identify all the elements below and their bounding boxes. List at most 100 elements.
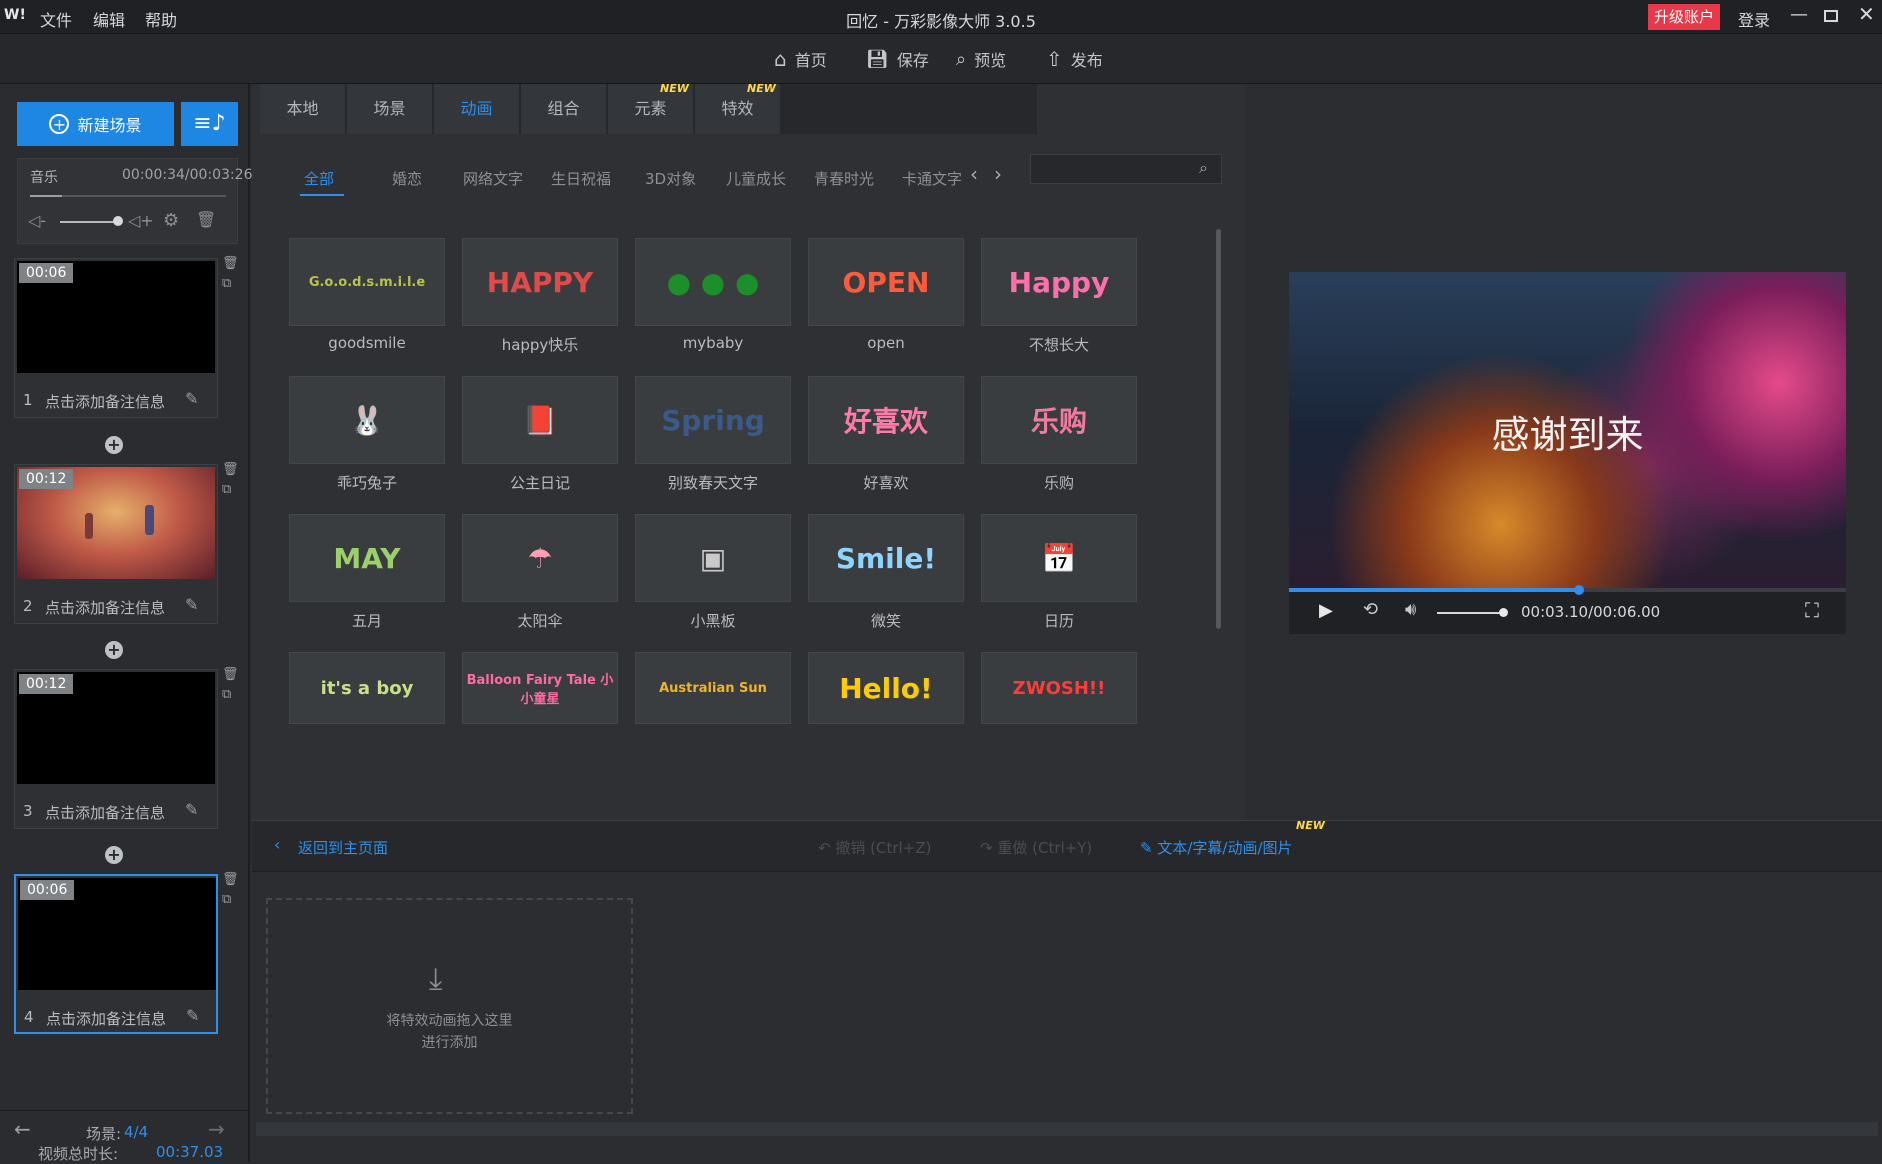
scene-note[interactable]: 点击添加备注信息 [46, 1008, 166, 1029]
delete-scene-icon[interactable]: 🗑︎ [222, 667, 239, 682]
play-icon[interactable]: ▶ [1319, 600, 1333, 621]
preview-canvas[interactable]: 感谢到来 [1289, 272, 1846, 588]
replay-icon[interactable]: ⟲ [1363, 599, 1378, 620]
subtab-youth[interactable]: 青春时光 [814, 168, 874, 189]
subtab-cartoon-text[interactable]: 卡通文字 [902, 168, 962, 189]
add-scene-icon[interactable]: + [105, 436, 123, 454]
subtab-web-text[interactable]: 网络文字 [463, 168, 523, 189]
copy-scene-icon[interactable]: ⧉ [222, 482, 231, 497]
preview-panel: 感谢到来 ▶ ⟲ 🔊︎ 00:03.10/00:06.00 ⛶ [1245, 84, 1882, 820]
animation-thumbnail[interactable]: ● ● ● [635, 238, 791, 326]
animation-thumbnail[interactable]: ☂ [462, 514, 618, 602]
settings-icon[interactable]: ⚙ [163, 210, 179, 231]
edit-note-icon[interactable]: ✎ [185, 389, 198, 408]
next-scene-icon[interactable]: → [208, 1117, 225, 1141]
tab-animation[interactable]: 动画 [434, 84, 520, 134]
scene-card[interactable]: 00:06 1 点击添加备注信息 ✎ [14, 258, 218, 418]
back-to-home-link[interactable]: 返回到主页面 [298, 837, 388, 858]
tab-group[interactable]: 组合 [521, 84, 607, 134]
subtab-birthday[interactable]: 生日祝福 [551, 168, 611, 189]
new-scene-button[interactable]: + 新建场景 [17, 102, 174, 146]
edit-note-icon[interactable]: ✎ [185, 595, 198, 614]
library-scrollbar[interactable] [1216, 229, 1221, 629]
redo-button[interactable]: ↷ 重做 (Ctrl+Y) [980, 837, 1092, 858]
animation-thumbnail[interactable]: G.o.o.d.s.m.i.l.e [289, 238, 445, 326]
timeline-scrollbar[interactable] [256, 1122, 1878, 1136]
home-button[interactable]: ⌂ 首页 [774, 47, 827, 71]
animation-thumbnail[interactable]: 📅 [981, 514, 1137, 602]
animation-thumbnail[interactable]: Australian Sun [635, 652, 791, 724]
animation-thumbnail[interactable]: HAPPY [462, 238, 618, 326]
back-icon[interactable]: ‹ [274, 835, 280, 854]
volume-slider[interactable] [60, 221, 118, 223]
publish-button[interactable]: ⇧ 发布 [1046, 47, 1103, 71]
save-button[interactable]: 💾︎ 保存 [866, 47, 929, 71]
volume-up-icon[interactable]: ◁+ [128, 211, 154, 230]
scene-card-selected[interactable]: 00:06 4 点击添加备注信息 ✎ [14, 874, 218, 1034]
animation-thumbnail[interactable]: Smile! [808, 514, 964, 602]
delete-scene-icon[interactable]: 🗑︎ [222, 462, 239, 477]
maximize-icon[interactable] [1824, 10, 1838, 22]
search-icon[interactable]: ⌕ [1199, 158, 1208, 178]
edit-media-button[interactable]: ✎ 文本/字幕/动画/图片 [1140, 837, 1293, 858]
animation-thumbnail[interactable]: it's a boy [289, 652, 445, 724]
music-list-button[interactable]: ≡♪ [181, 102, 238, 146]
tab-scene[interactable]: 场景 [347, 84, 433, 134]
add-scene-icon[interactable]: + [105, 641, 123, 659]
menu-edit[interactable]: 编辑 [93, 7, 125, 31]
chevron-left-icon[interactable]: ‹ [970, 162, 978, 186]
scene-card[interactable]: 00:12 3 点击添加备注信息 ✎ [14, 669, 218, 829]
animation-thumbnail[interactable]: 🐰 [289, 376, 445, 464]
animation-thumbnail[interactable]: 乐购 [981, 376, 1137, 464]
edit-note-icon[interactable]: ✎ [185, 800, 198, 819]
prev-scene-icon[interactable]: ← [14, 1117, 31, 1141]
upgrade-button[interactable]: 升级账户 [1648, 4, 1721, 30]
chevron-right-icon[interactable]: › [994, 162, 1002, 186]
delete-scene-icon[interactable]: 🗑︎ [222, 256, 239, 271]
scene-note[interactable]: 点击添加备注信息 [45, 802, 165, 823]
scene-card[interactable]: 00:12 2 点击添加备注信息 ✎ [14, 464, 218, 624]
volume-icon[interactable]: 🔊︎ [1405, 599, 1416, 620]
tab-local[interactable]: 本地 [260, 84, 346, 134]
preview-button[interactable]: ⌕ 预览 [956, 47, 1006, 71]
animation-thumbnail[interactable]: Hello! [808, 652, 964, 724]
scene-note[interactable]: 点击添加备注信息 [45, 597, 165, 618]
copy-scene-icon[interactable]: ⧉ [222, 276, 231, 291]
undo-button[interactable]: ↶ 撤销 (Ctrl+Z) [818, 837, 931, 858]
animation-thumbnail[interactable]: ▣ [635, 514, 791, 602]
edit-note-icon[interactable]: ✎ [186, 1006, 199, 1025]
animation-thumbnail[interactable]: Happy [981, 238, 1137, 326]
animation-thumbnail[interactable]: 好喜欢 [808, 376, 964, 464]
scene-note[interactable]: 点击添加备注信息 [45, 391, 165, 412]
minimize-icon[interactable]: — [1790, 4, 1808, 25]
player-volume-handle[interactable] [1499, 608, 1508, 617]
animation-thumbnail[interactable]: OPEN [808, 238, 964, 326]
animation-thumbnail[interactable]: Spring [635, 376, 791, 464]
copy-scene-icon[interactable]: ⧉ [222, 687, 231, 702]
menu-help[interactable]: 帮助 [145, 7, 177, 31]
animation-thumbnail[interactable]: ZWOSH!! [981, 652, 1137, 724]
add-scene-icon[interactable]: + [105, 846, 123, 864]
animation-thumbnail[interactable]: MAY [289, 514, 445, 602]
playback-progress[interactable] [1289, 588, 1846, 592]
trash-icon[interactable]: 🗑︎ [196, 210, 216, 229]
volume-handle[interactable] [113, 216, 123, 226]
fullscreen-icon[interactable]: ⛶ [1805, 598, 1819, 622]
subtab-child[interactable]: 儿童成长 [726, 168, 786, 189]
drop-zone[interactable]: ⤓ 将特效动画拖入这里 进行添加 [266, 898, 633, 1114]
copy-scene-icon[interactable]: ⧉ [222, 892, 231, 907]
subtab-wedding[interactable]: 婚恋 [392, 168, 422, 189]
delete-scene-icon[interactable]: 🗑︎ [222, 872, 239, 887]
subtab-3d[interactable]: 3D对象 [645, 168, 696, 189]
menu-file[interactable]: 文件 [40, 7, 72, 31]
volume-down-icon[interactable]: ◁- [28, 211, 46, 230]
animation-thumbnail[interactable]: Balloon Fairy Tale 小小童星 [462, 652, 618, 724]
subtab-all[interactable]: 全部 [304, 168, 334, 189]
close-icon[interactable]: ✕ [1858, 2, 1875, 26]
playback-handle[interactable] [1573, 585, 1584, 595]
player-volume-slider[interactable] [1437, 612, 1503, 614]
animation-thumbnail[interactable]: 📕 [462, 376, 618, 464]
music-progress-track[interactable] [30, 195, 226, 197]
search-input[interactable]: ⌕ [1030, 154, 1222, 184]
login-button[interactable]: 登录 [1738, 7, 1770, 31]
